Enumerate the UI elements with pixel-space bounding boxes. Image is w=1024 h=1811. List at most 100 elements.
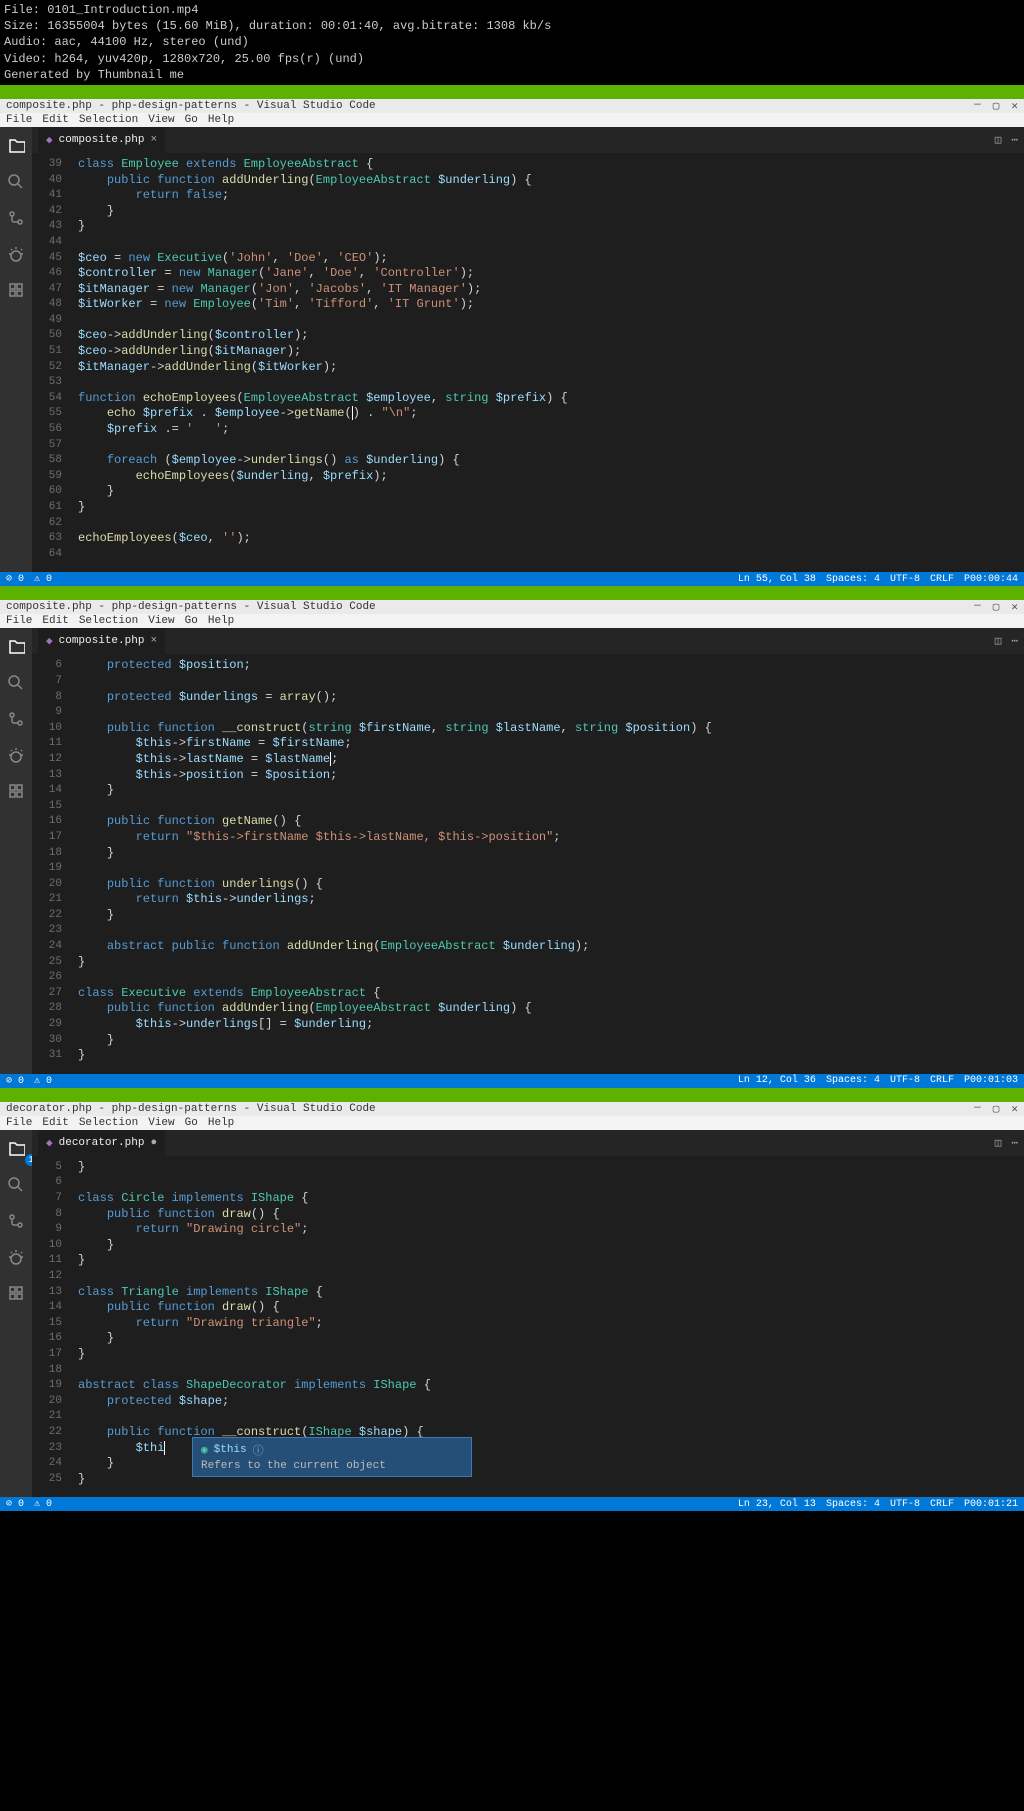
code-line[interactable]: 62	[32, 516, 1024, 532]
code-content[interactable]: $ceo->addUnderling($controller);	[78, 328, 308, 344]
menu-view[interactable]: View	[148, 615, 174, 627]
intellisense-popup[interactable]: ◉$thisⓘRefers to the current object	[192, 1437, 472, 1477]
status-item[interactable]: P00:01:03	[964, 1075, 1018, 1086]
close-button[interactable]: ✕	[1011, 600, 1018, 614]
split-editor-icon[interactable]: ◫	[995, 133, 1002, 147]
code-content[interactable]: public function addUnderling(EmployeeAbs…	[78, 1001, 532, 1017]
code-content[interactable]: }	[78, 1347, 85, 1363]
code-line[interactable]: 39class Employee extends EmployeeAbstrac…	[32, 157, 1024, 173]
code-content[interactable]: class Triangle implements IShape {	[78, 1285, 323, 1301]
code-line[interactable]: 59 echoEmployees($underling, $prefix);	[32, 469, 1024, 485]
code-area[interactable]: 5}6 7class Circle implements IShape {8 p…	[32, 1156, 1024, 1497]
code-content[interactable]: }	[78, 955, 85, 971]
status-item[interactable]: ⚠ 0	[34, 1075, 52, 1087]
code-line[interactable]: 52$itManager->addUnderling($itWorker);	[32, 360, 1024, 376]
menu-edit[interactable]: Edit	[42, 615, 68, 627]
code-line[interactable]: 63echoEmployees($ceo, '');	[32, 531, 1024, 547]
status-item[interactable]: CRLF	[930, 1075, 954, 1086]
search-icon[interactable]	[7, 1176, 25, 1198]
code-line[interactable]: 13 $this->position = $position;	[32, 768, 1024, 784]
code-content[interactable]: public function getName() {	[78, 814, 301, 830]
code-content[interactable]: function echoEmployees(EmployeeAbstract …	[78, 391, 568, 407]
code-line[interactable]: 9 return "Drawing circle";	[32, 1222, 1024, 1238]
code-line[interactable]: 12 $this->lastName = $lastName;	[32, 752, 1024, 768]
menu-help[interactable]: Help	[208, 615, 234, 627]
code-content[interactable]: foreach ($employee->underlings() as $und…	[78, 453, 460, 469]
status-item[interactable]: CRLF	[930, 574, 954, 585]
code-line[interactable]: 42 }	[32, 204, 1024, 220]
code-line[interactable]: 28 public function addUnderling(Employee…	[32, 1001, 1024, 1017]
code-content[interactable]	[78, 547, 85, 563]
code-line[interactable]: 45$ceo = new Executive('John', 'Doe', 'C…	[32, 251, 1024, 267]
window-titlebar[interactable]: composite.php - php-design-patterns - Vi…	[0, 99, 1024, 113]
code-content[interactable]: class Executive extends EmployeeAbstract…	[78, 986, 380, 1002]
code-line[interactable]: 24 }	[32, 1456, 1024, 1472]
editor-tab[interactable]: ◆composite.php×	[38, 127, 165, 153]
code-line[interactable]: 15	[32, 799, 1024, 815]
code-content[interactable]: $this->underlings[] = $underling;	[78, 1017, 373, 1033]
code-line[interactable]: 22 }	[32, 908, 1024, 924]
status-item[interactable]: Spaces: 4	[826, 1075, 880, 1086]
status-item[interactable]: ⚠ 0	[34, 1498, 52, 1510]
menu-selection[interactable]: Selection	[79, 615, 138, 627]
code-content[interactable]	[78, 235, 85, 251]
status-item[interactable]: P00:01:21	[964, 1499, 1018, 1510]
code-content[interactable]: $this->lastName = $lastName;	[78, 752, 338, 768]
status-item[interactable]: UTF-8	[890, 1499, 920, 1510]
tab-close-icon[interactable]: ×	[150, 635, 157, 647]
menu-view[interactable]: View	[148, 114, 174, 126]
code-line[interactable]: 19abstract class ShapeDecorator implemen…	[32, 1378, 1024, 1394]
code-content[interactable]: $prefix .= ' ';	[78, 422, 229, 438]
code-content[interactable]: }	[78, 1456, 114, 1472]
status-item[interactable]: P00:00:44	[964, 574, 1018, 585]
menu-help[interactable]: Help	[208, 114, 234, 126]
code-line[interactable]: 58 foreach ($employee->underlings() as $…	[32, 453, 1024, 469]
code-content[interactable]: return false;	[78, 188, 229, 204]
minimize-button[interactable]: —	[974, 1102, 981, 1116]
status-item[interactable]: Ln 55, Col 38	[738, 574, 816, 585]
code-content[interactable]: $ceo = new Executive('John', 'Doe', 'CEO…	[78, 251, 388, 267]
code-content[interactable]	[78, 1363, 85, 1379]
code-line[interactable]: 9	[32, 705, 1024, 721]
code-content[interactable]: protected $shape;	[78, 1394, 229, 1410]
status-item[interactable]: ⊘ 0	[6, 573, 24, 585]
code-content[interactable]: $this->position = $position;	[78, 768, 337, 784]
code-content[interactable]	[78, 705, 85, 721]
code-line[interactable]: 53	[32, 375, 1024, 391]
tab-dirty-icon[interactable]: ●	[150, 1137, 157, 1149]
code-content[interactable]: echoEmployees($ceo, '');	[78, 531, 251, 547]
code-line[interactable]: 57	[32, 438, 1024, 454]
code-line[interactable]: 7	[32, 674, 1024, 690]
code-line[interactable]: 55 echo $prefix . $employee->getName() .…	[32, 406, 1024, 422]
code-line[interactable]: 27class Executive extends EmployeeAbstra…	[32, 986, 1024, 1002]
code-line[interactable]: 6 protected $position;	[32, 658, 1024, 674]
menu-file[interactable]: File	[6, 1117, 32, 1129]
scm-icon[interactable]	[7, 1212, 25, 1234]
code-content[interactable]: }	[78, 908, 114, 924]
code-content[interactable]: $itManager = new Manager('Jon', 'Jacobs'…	[78, 282, 481, 298]
code-line[interactable]: 40 public function addUnderling(Employee…	[32, 173, 1024, 189]
debug-icon[interactable]	[7, 245, 25, 267]
code-line[interactable]: 31}	[32, 1048, 1024, 1064]
extensions-icon[interactable]	[7, 1284, 25, 1306]
code-content[interactable]	[78, 970, 85, 986]
code-content[interactable]	[78, 1175, 85, 1191]
code-line[interactable]: 14 public function draw() {	[32, 1300, 1024, 1316]
status-item[interactable]: Spaces: 4	[826, 574, 880, 585]
code-line[interactable]: 19	[32, 861, 1024, 877]
status-item[interactable]: ⊘ 0	[6, 1498, 24, 1510]
code-content[interactable]	[78, 516, 85, 532]
code-content[interactable]: public function __construct(string $firs…	[78, 721, 712, 737]
code-content[interactable]: $controller = new Manager('Jane', 'Doe',…	[78, 266, 474, 282]
code-content[interactable]: public function addUnderling(EmployeeAbs…	[78, 173, 532, 189]
code-content[interactable]: }	[78, 1331, 114, 1347]
code-line[interactable]: 60 }	[32, 484, 1024, 500]
menu-go[interactable]: Go	[185, 1117, 198, 1129]
code-line[interactable]: 13class Triangle implements IShape {	[32, 1285, 1024, 1301]
code-content[interactable]: $ceo->addUnderling($itManager);	[78, 344, 301, 360]
code-line[interactable]: 14 }	[32, 783, 1024, 799]
code-line[interactable]: 20 protected $shape;	[32, 1394, 1024, 1410]
code-content[interactable]: class Circle implements IShape {	[78, 1191, 308, 1207]
code-line[interactable]: 11 $this->firstName = $firstName;	[32, 736, 1024, 752]
code-content[interactable]: }	[78, 500, 85, 516]
